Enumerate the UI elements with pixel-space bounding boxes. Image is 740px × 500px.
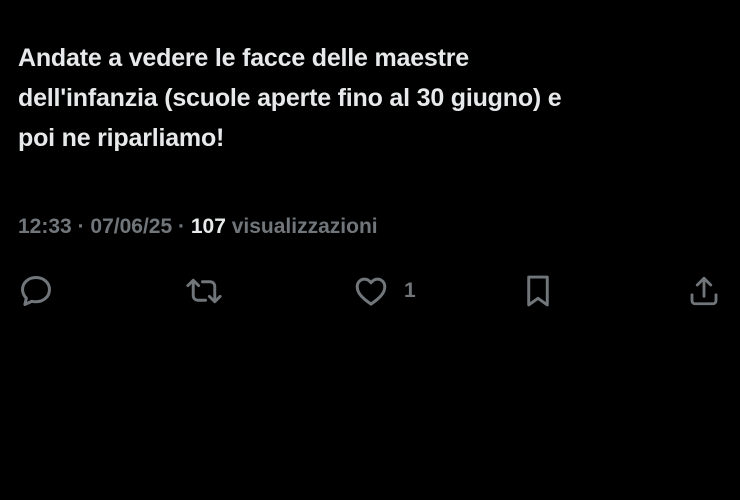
reply-icon bbox=[17, 272, 55, 310]
share-button[interactable] bbox=[686, 268, 722, 314]
tweet-date[interactable]: 07/06/25 bbox=[90, 215, 172, 238]
tweet-text-line: Andate a vedere le facce delle maestre bbox=[18, 44, 469, 72]
bookmark-button[interactable] bbox=[521, 268, 555, 314]
share-icon bbox=[686, 272, 722, 310]
like-count: 1 bbox=[404, 279, 416, 302]
retweet-button[interactable] bbox=[184, 268, 224, 314]
tweet-actions: 1 bbox=[0, 268, 740, 314]
tweet-meta: 12:33 · 07/06/25 · 107 visualizzazioni bbox=[18, 212, 378, 242]
meta-separator: · bbox=[77, 215, 85, 238]
tweet-text-line: poi ne riparliamo! bbox=[18, 124, 225, 152]
retweet-icon bbox=[184, 272, 224, 310]
tweet-body: Andate a vedere le facce delle maestre d… bbox=[18, 38, 722, 158]
heart-icon bbox=[352, 272, 390, 310]
like-button[interactable]: 1 bbox=[352, 268, 416, 314]
tweet-time[interactable]: 12:33 bbox=[18, 215, 72, 238]
tweet-text-line: dell'infanzia (scuole aperte fino al 30 … bbox=[18, 84, 562, 112]
meta-separator: · bbox=[178, 215, 185, 238]
views-count: 107 bbox=[190, 215, 226, 238]
tweet-text: Andate a vedere le facce delle maestre d… bbox=[18, 38, 722, 158]
bookmark-icon bbox=[521, 272, 555, 310]
reply-button[interactable] bbox=[17, 268, 55, 314]
views-label: visualizzazioni bbox=[231, 215, 378, 238]
